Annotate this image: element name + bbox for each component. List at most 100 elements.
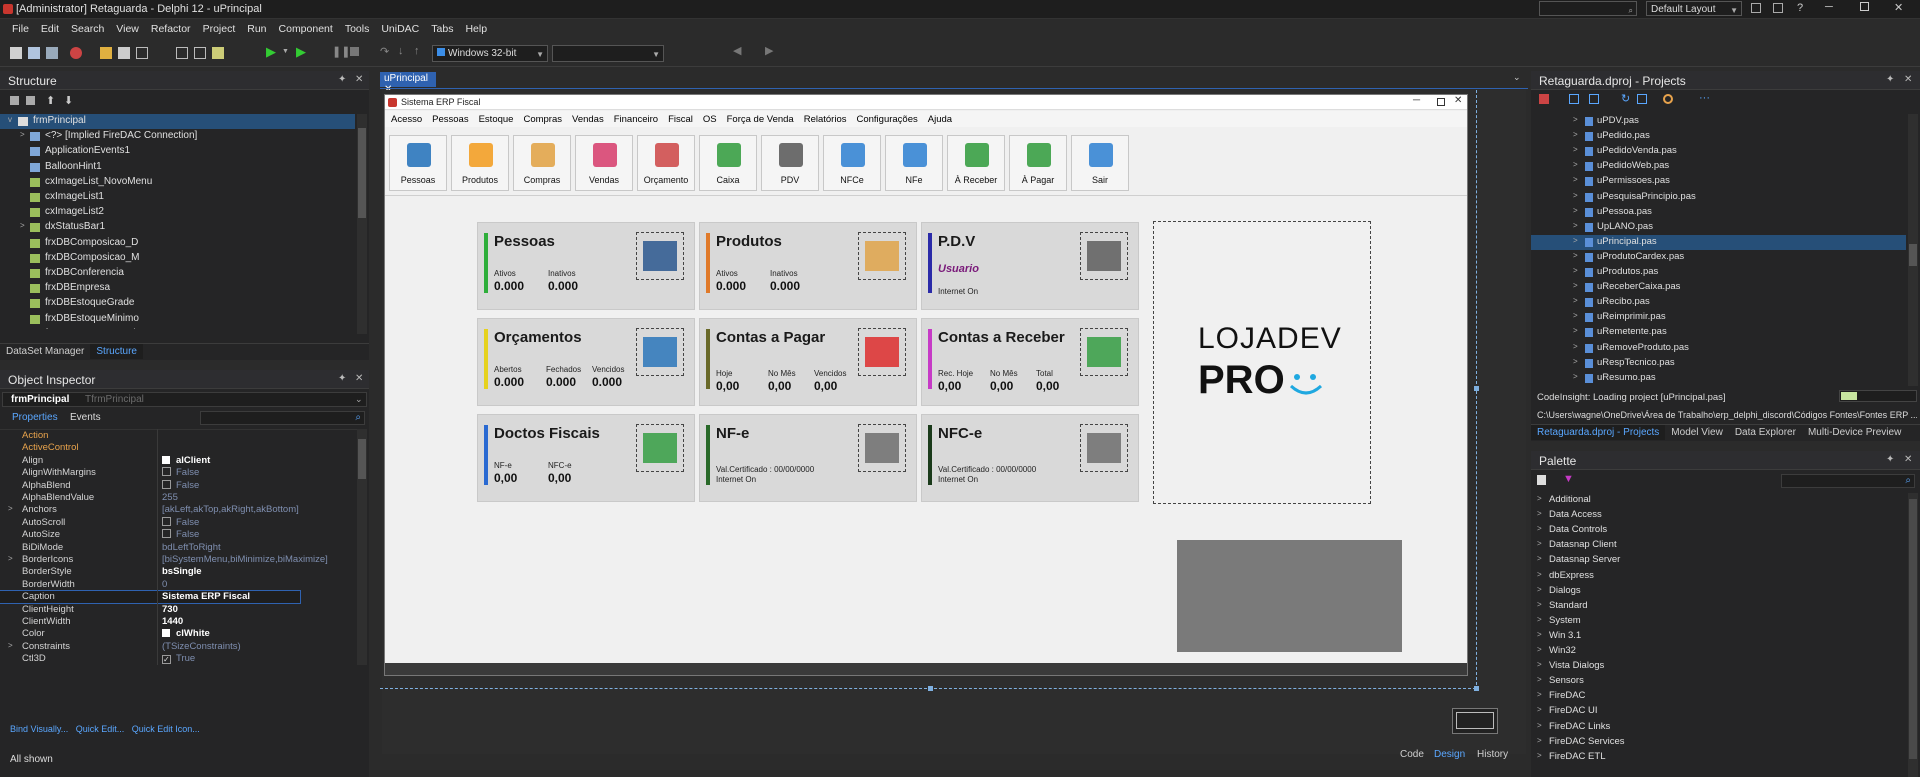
menu-component[interactable]: Component xyxy=(273,23,339,35)
palette-category[interactable]: > Win 3.1 xyxy=(1531,629,1906,644)
expand-arrow-icon[interactable]: > xyxy=(1573,191,1578,200)
card-contas-pagar[interactable]: Contas a Pagar Hoje 0,00 No Mês 0,00 Vencidos… xyxy=(699,318,917,406)
card-pdv[interactable]: P.D.V Usuario Internet On xyxy=(921,222,1139,310)
close-icon[interactable]: ✕ xyxy=(355,373,363,384)
configuration-combo[interactable]: ▼ xyxy=(552,45,664,62)
palette-category[interactable]: > FireDAC Links xyxy=(1531,720,1906,735)
close-icon[interactable]: ✕ xyxy=(1904,454,1912,465)
tab-model-view[interactable]: Model View xyxy=(1665,425,1729,440)
move-up-icon[interactable]: ⬆ xyxy=(46,94,55,107)
pause-icon[interactable]: ❚❚ xyxy=(332,45,350,58)
maximize-icon[interactable] xyxy=(1860,2,1869,11)
expand-arrow-icon[interactable]: > xyxy=(1573,372,1578,381)
card-pessoas[interactable]: Pessoas Ativos 0.000 Inativos 0.000 xyxy=(477,222,695,310)
run-dropdown-icon[interactable]: ▼ xyxy=(282,48,289,55)
run-without-debug-icon[interactable]: ▶ xyxy=(296,44,306,60)
pin-icon[interactable]: ✦ xyxy=(338,373,346,384)
project-file-item[interactable]: > uRemetente.pas xyxy=(1531,325,1906,340)
expand-arrow-icon[interactable]: > xyxy=(1573,357,1578,366)
categories-icon[interactable] xyxy=(1537,475,1546,485)
property-row[interactable]: > BorderIcons [biSystemMenu,biMinimize,biM… xyxy=(0,554,328,566)
new-items-icon[interactable] xyxy=(28,47,40,59)
palette-category[interactable]: > Dialogs xyxy=(1531,584,1906,599)
menu-tabs[interactable]: Tabs xyxy=(425,23,459,35)
card-doctos[interactable]: Doctos Fiscais NF-e 0,00 NFC-e 0,00 xyxy=(477,414,695,502)
project-file-item[interactable]: > uResumo.pas xyxy=(1531,371,1906,386)
property-row[interactable]: AlphaBlendValue 255 xyxy=(0,492,300,504)
expand-arrow-icon[interactable]: > xyxy=(1573,206,1578,215)
move-down-icon[interactable]: ⬇ xyxy=(64,94,73,107)
back-icon[interactable]: ◀ xyxy=(733,44,741,57)
property-row[interactable]: AutoSize False xyxy=(0,529,300,541)
reopen-icon[interactable] xyxy=(118,47,130,59)
project-file-item[interactable]: > uPessoa.pas xyxy=(1531,205,1906,220)
menu-tools[interactable]: Tools xyxy=(339,23,376,35)
tab-retaguarda-dproj-projects[interactable]: Retaguarda.dproj - Projects xyxy=(1531,425,1666,440)
toolbar-button-nfce[interactable]: NFCe xyxy=(823,135,881,191)
expand-arrow-icon[interactable]: > xyxy=(1537,675,1542,684)
view-icon[interactable] xyxy=(1637,94,1647,104)
menu-project[interactable]: Project xyxy=(197,23,242,35)
tab-dataset-manager[interactable]: DataSet Manager xyxy=(0,344,90,359)
stop-icon[interactable] xyxy=(350,47,359,56)
expand-arrow-icon[interactable]: > xyxy=(1537,539,1542,548)
filter-icon[interactable]: ▼ xyxy=(1563,473,1574,485)
palette-category[interactable]: > Data Access xyxy=(1531,508,1906,523)
expand-arrow-icon[interactable]: > xyxy=(1537,524,1542,533)
expand-arrow-icon[interactable]: v xyxy=(8,115,12,124)
toolbar-button-nfe[interactable]: NFe xyxy=(885,135,943,191)
help-button[interactable]: ? xyxy=(1797,2,1803,14)
save-icon[interactable] xyxy=(136,47,148,59)
structure-item[interactable]: > dxStatusBar1 xyxy=(0,220,355,235)
palette-scrollbar[interactable] xyxy=(1908,493,1918,777)
palette-category[interactable]: > Datasnap Server xyxy=(1531,553,1906,568)
tab-list-dropdown-icon[interactable]: ⌄ xyxy=(1513,72,1521,83)
design-minimap[interactable] xyxy=(1452,708,1498,734)
structure-item[interactable]: frxDBEstoqueGrade xyxy=(0,296,355,311)
palette-category[interactable]: > dbExpress xyxy=(1531,569,1906,584)
card-contas-receber[interactable]: Contas a Receber Rec. Hoje 0,00 No Mês 0,00 T… xyxy=(921,318,1139,406)
property-value[interactable]: ✓ True xyxy=(162,653,195,665)
property-value[interactable]: 0 xyxy=(162,579,167,590)
editor-tab[interactable]: uPrincipal ✕ xyxy=(380,72,436,95)
expand-arrow-icon[interactable]: > xyxy=(1573,296,1578,305)
tab-code[interactable]: Code xyxy=(1400,749,1424,760)
property-row[interactable]: ActiveControl xyxy=(0,442,300,454)
property-row[interactable]: BorderStyle bsSingle xyxy=(0,566,300,578)
palette-category[interactable]: > System xyxy=(1531,614,1906,629)
property-row[interactable]: ClientWidth 1440 xyxy=(0,616,300,628)
project-file-item[interactable]: > uPesquisaPrincipio.pas xyxy=(1531,190,1906,205)
palette-category[interactable]: > Additional xyxy=(1531,493,1906,508)
tab-history[interactable]: History xyxy=(1477,749,1508,760)
open-icon[interactable] xyxy=(100,47,112,59)
ide-search-input[interactable]: ⌕ xyxy=(1539,1,1637,16)
pin-icon[interactable]: ✦ xyxy=(1886,74,1894,85)
menu-view[interactable]: View xyxy=(110,23,145,35)
checkbox[interactable]: ✓ xyxy=(162,655,171,665)
expand-arrow-icon[interactable]: > xyxy=(1537,615,1542,624)
property-scrollbar[interactable] xyxy=(357,429,367,665)
toolbar-button-pdv[interactable]: PDV xyxy=(761,135,819,191)
project-file-item[interactable]: > uPedidoWeb.pas xyxy=(1531,159,1906,174)
structure-item[interactable]: frxDBComposicao_M xyxy=(0,251,355,266)
toolbar-button-compras[interactable]: Compras xyxy=(513,135,571,191)
property-row[interactable]: AutoScroll False xyxy=(0,516,300,529)
desktop-set-icon[interactable] xyxy=(1773,3,1783,13)
object-selector[interactable]: frmPrincipal TfrmPrincipal ⌄ xyxy=(2,392,367,407)
project-file-item[interactable]: > uPedidoVenda.pas xyxy=(1531,144,1906,159)
project-file-item[interactable]: > uReimprimir.pas xyxy=(1531,310,1906,325)
property-value[interactable]: (TSizeConstraints) xyxy=(162,641,241,652)
tab-design[interactable]: Design xyxy=(1434,749,1465,760)
inspector-footer-links[interactable]: Bind Visually... Quick Edit... Quick Edi… xyxy=(10,724,200,734)
layout-combo[interactable]: Default Layout ▼ xyxy=(1646,1,1742,16)
projects-scrollbar[interactable] xyxy=(1908,114,1918,386)
structure-item[interactable]: frxDBConferencia xyxy=(0,266,355,281)
property-value[interactable]: [biSystemMenu,biMinimize,biMaximize] xyxy=(162,554,328,565)
expand-arrow-icon[interactable]: > xyxy=(1537,570,1542,579)
project-file-item[interactable]: > uProdutos.pas xyxy=(1531,265,1906,280)
tab-data-explorer[interactable]: Data Explorer xyxy=(1729,425,1802,440)
property-value[interactable]: clWhite xyxy=(162,628,210,639)
card-nfce[interactable]: NFC-e Val.Certificado : 00/00/0000 Interne… xyxy=(921,414,1139,502)
expand-arrow-icon[interactable]: > xyxy=(1573,326,1578,335)
expand-arrow-icon[interactable]: > xyxy=(1573,342,1578,351)
